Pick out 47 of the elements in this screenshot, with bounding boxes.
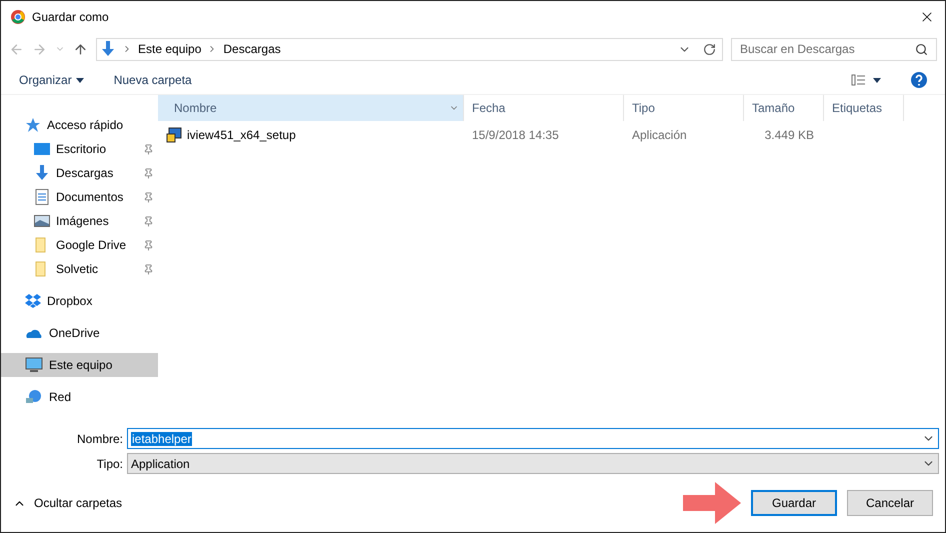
sidebar-item[interactable]: Dropbox [1,289,158,313]
size-cell-text: 3.449 KB [764,128,815,142]
sidebar-item-icon [25,117,41,133]
installer-icon [166,127,182,143]
sidebar-item-icon [25,389,43,405]
organize-menu-button[interactable]: Organizar [19,73,84,87]
sidebar-item[interactable]: Google Drive [1,233,158,257]
search-icon[interactable] [915,42,928,56]
sidebar-item-icon [34,165,50,181]
arrow-drawing [683,482,741,524]
caret-icon [76,78,84,82]
sidebar-item[interactable]: Red [1,385,158,409]
sidebar-item[interactable]: Descargas [1,161,158,185]
sidebar-item[interactable]: Solvetic [1,257,158,281]
date-cell-text: 15/9/2018 14:35 [471,128,560,142]
sidebar-item[interactable]: OneDrive [1,321,158,345]
sidebar-item[interactable]: Imágenes [1,209,158,233]
sidebar-item-icon [34,189,50,205]
sidebar-item[interactable]: Acceso rápido [1,113,158,137]
sidebar-item-icon [34,213,50,229]
refresh-icon[interactable] [703,42,716,56]
type-label: Tipo: [96,456,124,470]
sidebar-item-icon [25,357,43,373]
cancel-button[interactable]: Cancelar [847,490,933,516]
sidebar-item-icon [25,293,41,309]
browser-logo-icon [11,10,25,24]
sidebar-item-icon [34,141,50,157]
sidebar-item[interactable]: Documentos [1,185,158,209]
sidebar-item[interactable]: Este equipo [1,353,158,377]
breadcrumb-item[interactable]: Este equipo [138,42,202,56]
file-name-cell[interactable]: iview451_x64_setup [158,127,464,143]
type-cell-text: Aplicación [631,128,688,142]
column-header[interactable]: Nombre [158,95,464,121]
address-bar[interactable]: Este equipo Descargas [96,38,723,60]
download-arrow-icon [100,41,116,57]
view-options-icon[interactable] [851,74,881,86]
name-label: Nombre: [76,432,124,446]
file-type-dropdown[interactable]: Application [127,453,939,474]
hide-folders-button[interactable]: Ocultar carpetas [13,496,673,510]
help-icon[interactable] [911,72,927,88]
breadcrumb-item[interactable]: Descargas [223,42,281,56]
search-field[interactable]: Buscar en Descargas [731,38,937,60]
file-name-field[interactable]: ietabhelper [127,428,939,449]
window-title: Guardar como [32,10,110,24]
new-folder-button[interactable]: Nueva carpeta [114,73,192,87]
sidebar-item[interactable]: Escritorio [1,137,158,161]
save-button[interactable]: Guardar [751,490,837,516]
